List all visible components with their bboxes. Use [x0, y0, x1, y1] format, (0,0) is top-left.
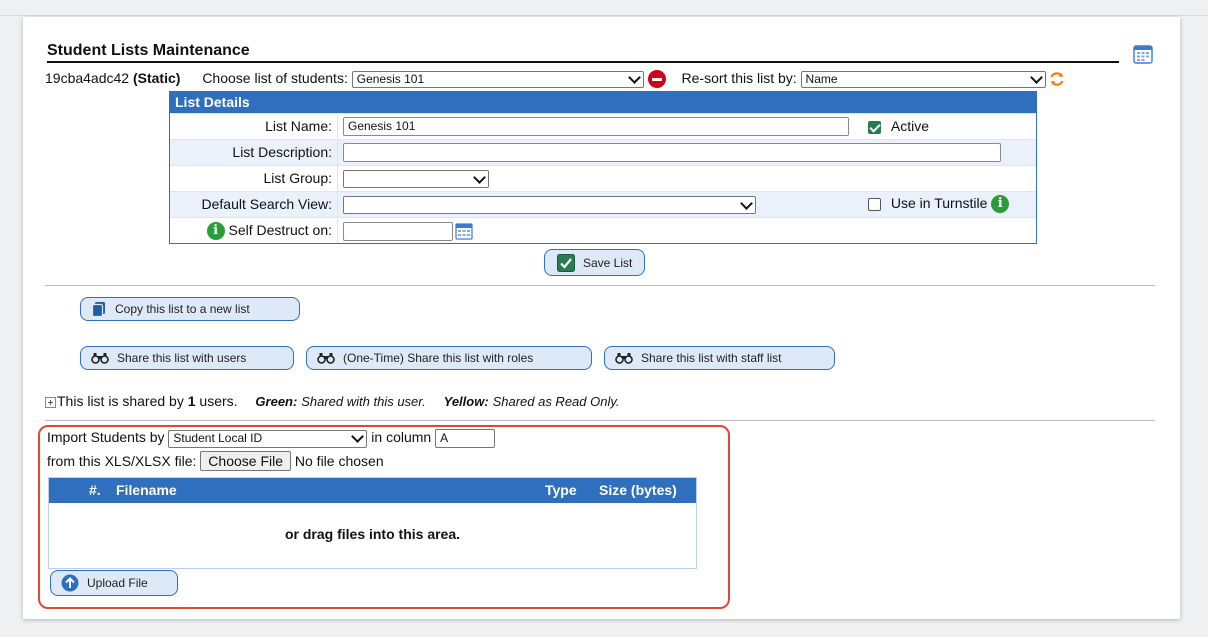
chevron-down-icon	[351, 430, 365, 443]
share-roles-button[interactable]: (One-Time) Share this list with roles	[306, 346, 592, 370]
info-icon[interactable]: i	[206, 222, 225, 241]
col-number: #.	[89, 482, 101, 498]
active-checkbox[interactable]	[868, 120, 881, 134]
self-destruct-row: i Self Destruct on:	[170, 217, 1036, 243]
top-divider	[0, 15, 1208, 16]
active-field: Active	[868, 118, 929, 134]
shared-prefix: This list is shared by	[57, 393, 184, 409]
column-input[interactable]: A	[435, 429, 496, 448]
list-details-header: List Details	[170, 92, 1036, 113]
upload-file-label: Upload File	[87, 576, 148, 590]
default-search-select[interactable]	[343, 196, 756, 214]
save-list-label: Save List	[583, 255, 633, 270]
self-destruct-input[interactable]	[343, 222, 453, 241]
default-search-label: Default Search View:	[170, 192, 338, 217]
turnstile-field: Use in Turnstile i	[868, 195, 1010, 214]
page-title: Student Lists Maintenance	[47, 42, 1119, 63]
list-type: (Static)	[132, 70, 181, 86]
divider	[45, 285, 1155, 286]
share-roles-label: (One-Time) Share this list with roles	[343, 351, 534, 365]
remove-list-icon[interactable]	[647, 70, 666, 89]
col-filename: Filename	[116, 482, 177, 498]
import-by-row: Import Students by Student Local ID in c…	[47, 429, 496, 448]
divider	[45, 420, 1155, 421]
import-by-select[interactable]: Student Local ID	[168, 429, 368, 448]
expand-icon[interactable]	[45, 396, 56, 408]
resort-label: Re-sort this list by:	[681, 70, 797, 86]
choose-file-button[interactable]: Choose File	[200, 451, 291, 471]
check-icon	[557, 253, 575, 272]
list-name-row: List Name: Genesis 101 Active	[170, 113, 1036, 139]
shared-info: This list is shared by 1 users. Green: S…	[45, 393, 620, 409]
turnstile-label: Use in Turnstile	[890, 195, 988, 211]
turnstile-checkbox[interactable]	[868, 197, 881, 211]
list-description-row: List Description:	[170, 139, 1036, 165]
choose-list-label: Choose list of students:	[202, 70, 348, 86]
share-users-label: Share this list with users	[117, 351, 247, 365]
yellow-label: Yellow:	[443, 394, 489, 409]
list-details-panel: List Details List Name: Genesis 101 Acti…	[169, 91, 1037, 244]
col-type: Type	[545, 482, 577, 498]
chevron-down-icon	[627, 70, 641, 84]
list-description-label: List Description:	[170, 140, 338, 165]
upload-file-button[interactable]: Upload File	[50, 570, 178, 596]
list-group-label: List Group:	[170, 166, 338, 191]
list-group-select[interactable]	[343, 170, 489, 188]
file-label: from this XLS/XLSX file:	[47, 453, 197, 469]
choose-list-value: Genesis 101	[356, 71, 425, 86]
column-label: in column	[371, 429, 432, 446]
yellow-text: Shared as Read Only.	[492, 394, 620, 409]
info-icon[interactable]: i	[991, 195, 1010, 214]
binoculars-icon	[317, 352, 335, 364]
drop-hint: or drag files into this area.	[284, 526, 461, 542]
chevron-down-icon	[1029, 70, 1043, 84]
green-text: Shared with this user.	[301, 394, 426, 409]
list-name-label: List Name:	[170, 114, 338, 139]
chevron-down-icon	[473, 170, 486, 184]
list-name-input[interactable]: Genesis 101	[343, 117, 849, 136]
file-drop-area[interactable]: #. Filename Type Size (bytes) or drag fi…	[48, 477, 697, 569]
copy-list-label: Copy this list to a new list	[115, 302, 250, 316]
main-card: Student Lists Maintenance 19cba4adc42 (S…	[23, 17, 1180, 619]
no-file-text: No file chosen	[294, 453, 384, 469]
chevron-down-icon	[740, 196, 753, 210]
file-table-header: #. Filename Type Size (bytes)	[49, 478, 696, 503]
share-users-button[interactable]: Share this list with users	[80, 346, 294, 370]
share-staff-label: Share this list with staff list	[641, 351, 782, 365]
binoculars-icon	[91, 352, 109, 364]
active-label: Active	[890, 118, 930, 134]
file-row: from this XLS/XLSX file: Choose File No …	[47, 451, 384, 471]
default-search-row: Default Search View: Use in Turnstile i	[170, 191, 1036, 217]
list-group-row: List Group:	[170, 165, 1036, 191]
copy-list-button[interactable]: Copy this list to a new list	[80, 297, 300, 321]
refresh-icon[interactable]	[1049, 71, 1065, 87]
import-by-value: Student Local ID	[173, 431, 263, 445]
green-label: Green:	[255, 394, 298, 409]
share-staff-button[interactable]: Share this list with staff list	[604, 346, 835, 370]
shared-count: 1	[187, 393, 196, 409]
save-list-button[interactable]: Save List	[544, 249, 646, 276]
date-picker-icon[interactable]	[455, 222, 473, 243]
choose-list-select[interactable]: Genesis 101	[351, 70, 644, 88]
binoculars-icon	[615, 352, 633, 364]
copy-icon	[91, 301, 107, 317]
resort-value: Name	[805, 71, 838, 86]
upload-icon	[61, 574, 79, 592]
list-id: 19cba4adc42	[45, 70, 130, 86]
self-destruct-label: Self Destruct on:	[228, 222, 333, 238]
col-size: Size (bytes)	[599, 482, 677, 498]
calendar-icon[interactable]	[1133, 44, 1153, 64]
list-selector-row: 19cba4adc42 (Static) Choose list of stud…	[45, 70, 1065, 89]
import-by-label: Import Students by	[47, 429, 165, 446]
resort-select[interactable]: Name	[800, 70, 1046, 88]
shared-suffix: users.	[199, 393, 238, 409]
list-description-input[interactable]	[343, 143, 1001, 162]
